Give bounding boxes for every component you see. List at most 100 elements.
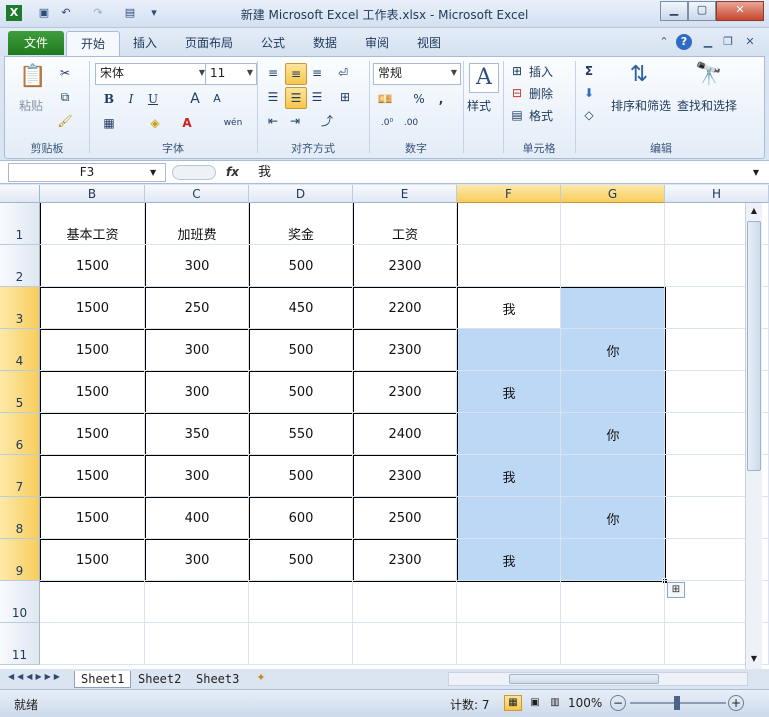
format-cells-icon[interactable]: ▤	[507, 105, 527, 125]
row-header-4[interactable]: 4	[0, 329, 40, 371]
page-layout-view-icon[interactable]: ▣	[526, 695, 544, 711]
increase-indent-icon[interactable]: ⇥	[285, 111, 305, 131]
styles-label[interactable]: 样式	[467, 97, 491, 114]
format-cells-label[interactable]: 格式	[529, 107, 553, 124]
row-header-2[interactable]: 2	[0, 245, 40, 287]
align-center-icon[interactable]: ☰	[285, 87, 307, 109]
row-header-8[interactable]: 8	[0, 497, 40, 539]
sort-filter-icon[interactable]: ⇅	[625, 61, 653, 89]
scroll-up-icon[interactable]: ▲	[746, 203, 762, 219]
align-right-icon[interactable]: ☰	[307, 87, 327, 107]
column-header-g[interactable]: G	[561, 185, 665, 203]
normal-view-icon[interactable]: ▦	[504, 695, 522, 711]
worksheet-grid[interactable]: BCDEFGH 1 2 3 4 5 6 7 8 9 10 11 基本工资 加班费 奖金 工资 1500 300…	[0, 185, 769, 669]
formula-splitter[interactable]	[172, 165, 216, 180]
row-header-5[interactable]: 5	[0, 371, 40, 413]
column-header-b[interactable]: B	[40, 185, 145, 203]
zoom-out-icon[interactable]: −	[610, 695, 626, 711]
tab-insert[interactable]: 插入	[124, 31, 166, 55]
phonetic-guide-icon[interactable]: wén	[219, 113, 247, 133]
comma-button[interactable]: ,	[431, 89, 451, 109]
align-bottom-icon[interactable]: ≡	[307, 63, 327, 83]
quick-analysis-icon[interactable]: ⊞	[667, 582, 685, 598]
underline-button[interactable]: U	[143, 89, 163, 109]
column-header-h[interactable]: H	[665, 185, 769, 203]
bold-button[interactable]: B	[99, 89, 119, 109]
delete-cells-label[interactable]: 删除	[529, 85, 553, 102]
tab-review[interactable]: 审阅	[356, 31, 398, 55]
vertical-scrollbar[interactable]: ▲ ▼	[745, 203, 762, 669]
vertical-scroll-thumb[interactable]	[747, 221, 761, 471]
sheet-tab-1[interactable]: Sheet1	[74, 671, 132, 688]
font-name-combo[interactable]: 宋体 ▼	[95, 63, 209, 85]
column-header-d[interactable]: D	[249, 185, 353, 203]
decrease-indent-icon[interactable]: ⇤	[263, 111, 283, 131]
tab-formulas[interactable]: 公式	[252, 31, 294, 55]
wrap-text-icon[interactable]: ⏎	[333, 63, 353, 83]
zoom-slider-thumb[interactable]	[674, 696, 680, 710]
sheet-nav-icons[interactable]: ◀◀◀▶▶▶	[8, 672, 68, 686]
row-header-3[interactable]: 3	[0, 287, 40, 329]
increase-decimal-icon[interactable]: .0⁰	[377, 113, 397, 133]
grow-font-button[interactable]: A	[185, 89, 205, 109]
percent-button[interactable]: %	[409, 89, 429, 109]
delete-cells-icon[interactable]: ⊟	[507, 83, 527, 103]
paste-label[interactable]: 粘贴	[19, 97, 43, 114]
row-header-1[interactable]: 1	[0, 203, 40, 245]
help-icon[interactable]: ?	[676, 34, 692, 50]
expand-formula-bar-icon[interactable]: ▼	[749, 163, 763, 182]
orientation-icon[interactable]: ⤴	[317, 111, 337, 131]
format-painter-icon[interactable]: 🖌	[55, 111, 75, 131]
doc-close-icon[interactable]: ✕	[742, 34, 758, 50]
font-color-icon[interactable]: A	[177, 113, 197, 133]
tab-home[interactable]: 开始	[66, 31, 120, 56]
page-break-view-icon[interactable]: ▥	[546, 695, 564, 711]
number-format-combo[interactable]: 常规 ▼	[373, 63, 461, 85]
name-box-dropdown-icon[interactable]: ▼	[150, 163, 164, 182]
horizontal-scrollbar[interactable]	[448, 672, 748, 686]
clear-icon[interactable]: ◇	[579, 105, 599, 125]
decrease-decimal-icon[interactable]: .00	[401, 113, 421, 133]
tab-view[interactable]: 视图	[408, 31, 450, 55]
name-box[interactable]: F3	[8, 163, 166, 182]
zoom-level[interactable]: 100%	[568, 696, 602, 710]
font-size-combo[interactable]: 11 ▼	[205, 63, 257, 85]
select-all-corner[interactable]	[0, 185, 40, 203]
column-header-e[interactable]: E	[353, 185, 457, 203]
close-button[interactable]: ✕	[716, 1, 764, 21]
row-header-9[interactable]: 9	[0, 539, 40, 581]
shrink-font-button[interactable]: A	[207, 89, 227, 109]
insert-cells-icon[interactable]: ⊞	[507, 61, 527, 81]
currency-icon[interactable]: 💴	[375, 89, 395, 109]
zoom-in-icon[interactable]: +	[728, 695, 744, 711]
cut-icon[interactable]: ✂	[55, 63, 75, 83]
row-header-11[interactable]: 11	[0, 623, 40, 665]
fill-color-icon[interactable]: ◈	[145, 113, 165, 133]
merge-center-icon[interactable]: ⊞	[335, 87, 355, 107]
copy-icon[interactable]: ⧉	[55, 87, 75, 107]
column-header-f[interactable]: F	[457, 185, 561, 203]
row-header-10[interactable]: 10	[0, 581, 40, 623]
column-header-c[interactable]: C	[145, 185, 249, 203]
insert-cells-label[interactable]: 插入	[529, 63, 553, 80]
autosum-button[interactable]: Σ	[579, 61, 599, 81]
styles-icon[interactable]: A	[469, 63, 499, 93]
find-select-icon[interactable]: 🔭	[695, 61, 723, 89]
italic-button[interactable]: I	[121, 89, 141, 109]
align-middle-icon[interactable]: ≡	[285, 63, 307, 85]
sheet-tab-3[interactable]: Sheet3	[190, 671, 245, 687]
align-left-icon[interactable]: ☰	[263, 87, 283, 107]
paste-icon[interactable]: 📋	[19, 63, 47, 91]
tab-page-layout[interactable]: 页面布局	[176, 31, 242, 55]
scroll-down-icon[interactable]: ▼	[746, 651, 762, 667]
sheet-tab-2[interactable]: Sheet2	[132, 671, 187, 687]
fill-icon[interactable]: ⬇	[579, 83, 599, 103]
sort-filter-label[interactable]: 排序和筛选	[611, 97, 671, 114]
minimize-button[interactable]: ▁	[660, 1, 688, 21]
insert-function-icon[interactable]: fx	[226, 163, 242, 182]
doc-minimize-icon[interactable]: ▁	[700, 34, 716, 50]
borders-icon[interactable]: ▦	[99, 113, 119, 133]
maximize-button[interactable]: ▢	[688, 1, 716, 21]
insert-sheet-icon[interactable]: ✦	[252, 671, 270, 687]
row-header-7[interactable]: 7	[0, 455, 40, 497]
